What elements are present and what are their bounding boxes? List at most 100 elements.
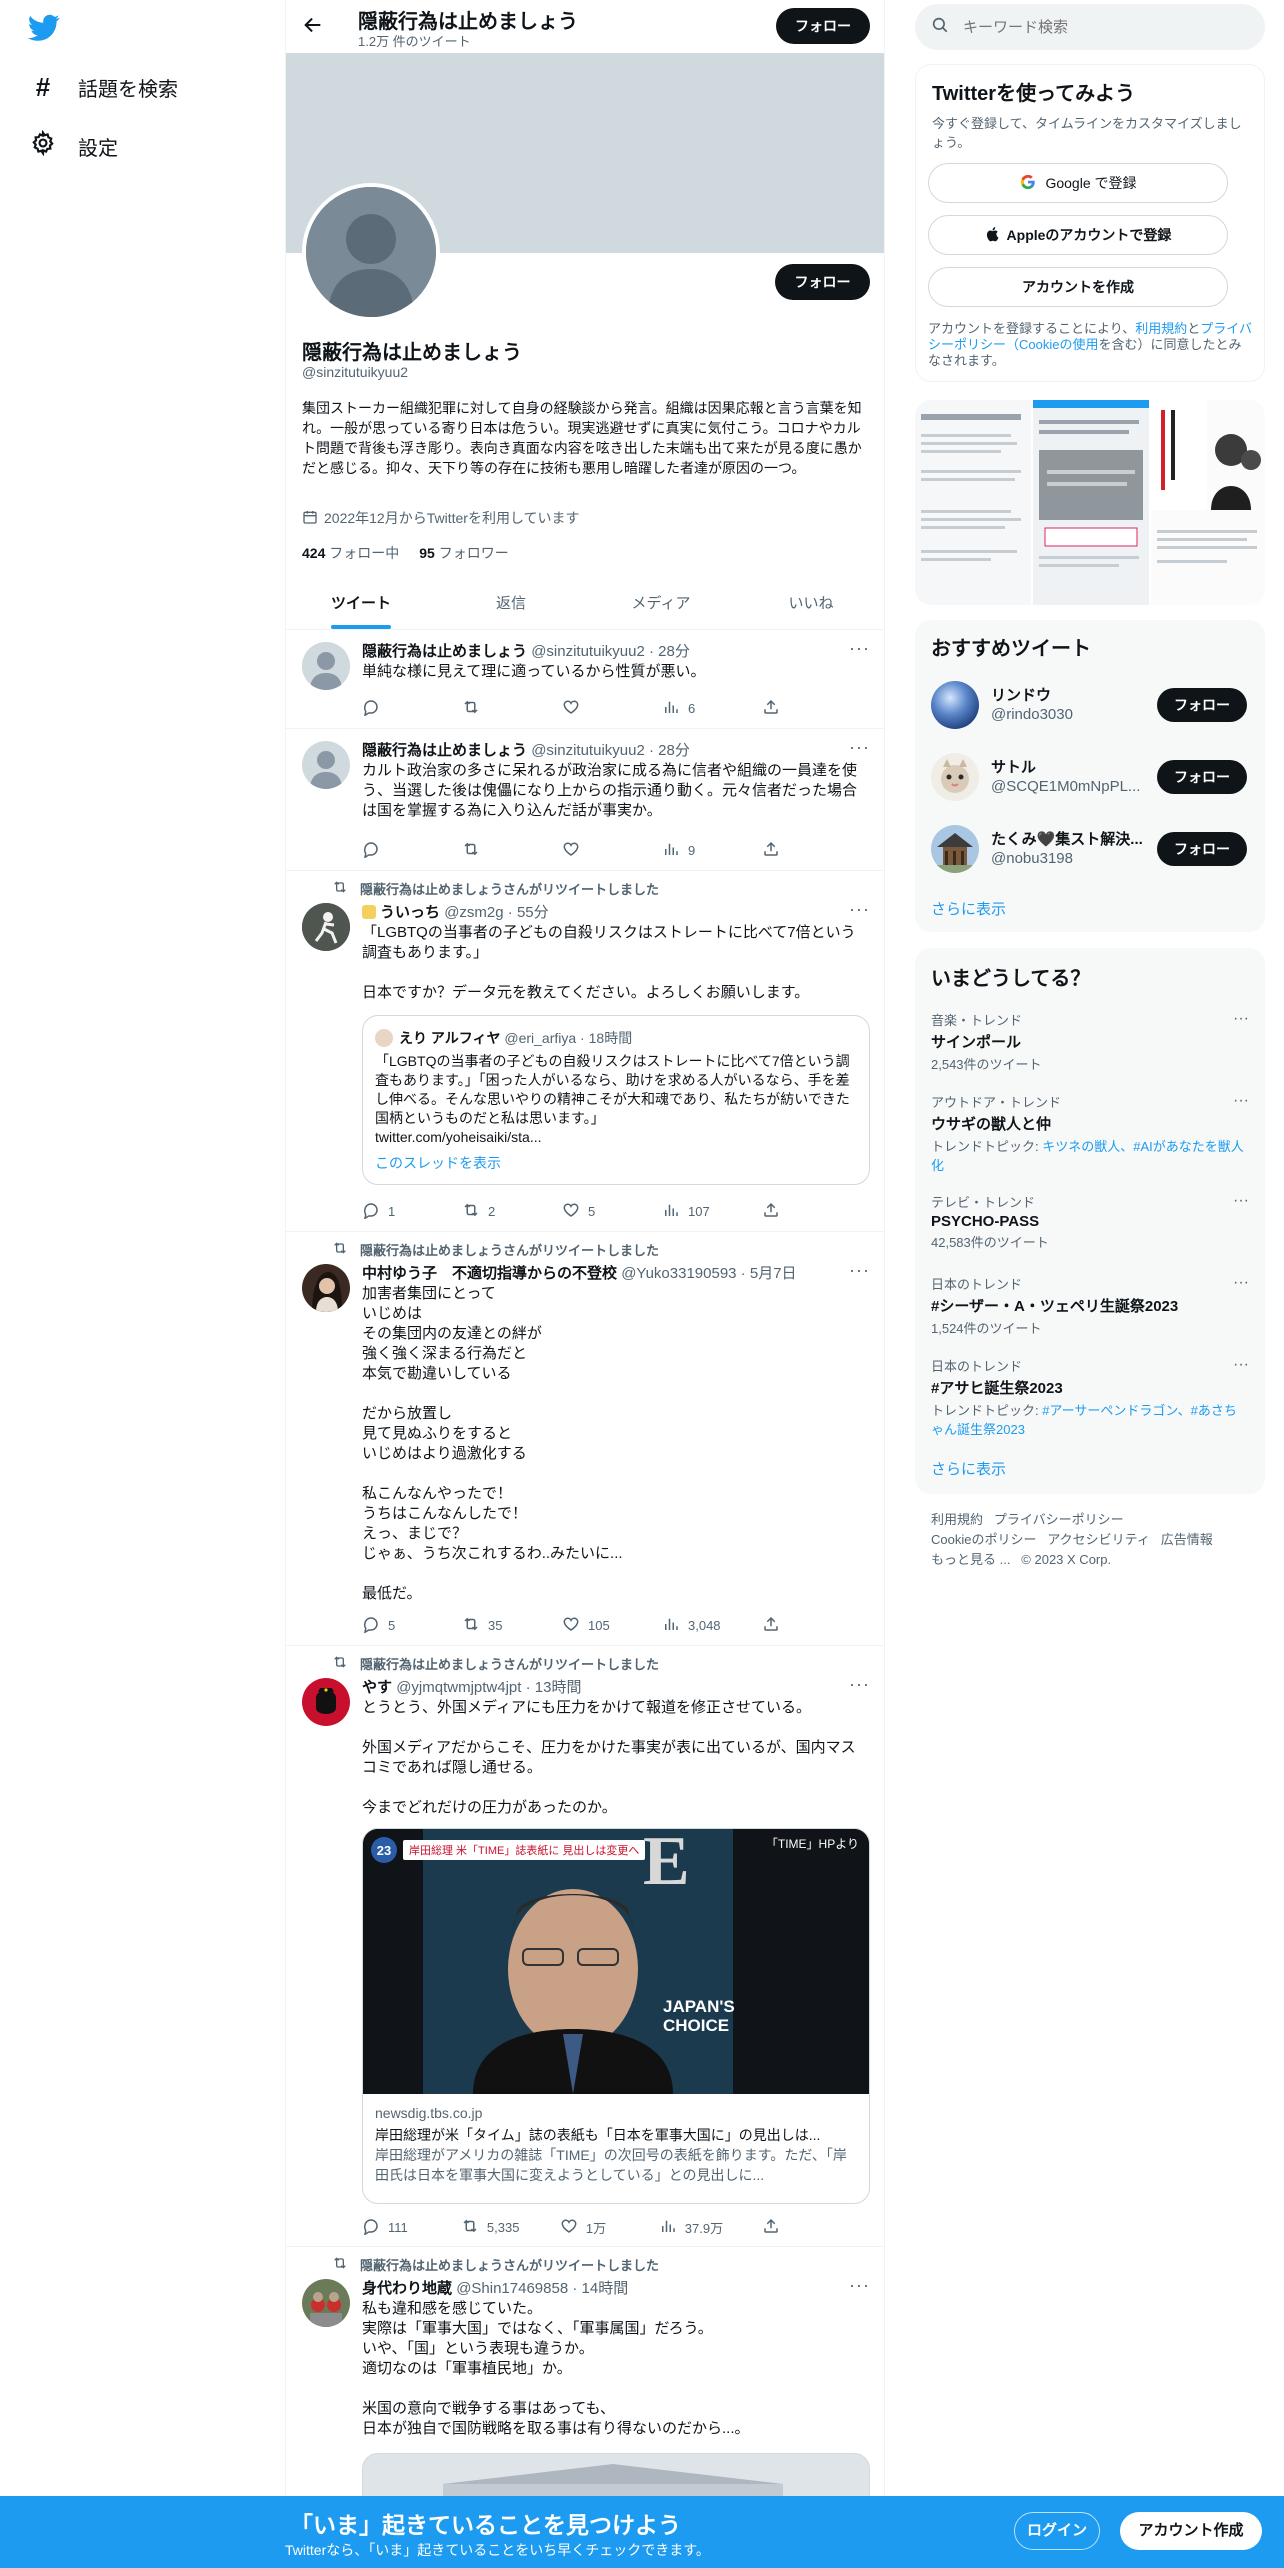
media-thumb[interactable] [915,400,1031,605]
profile-follow-button[interactable]: フォロー [775,264,870,300]
login-button[interactable]: ログイン [1014,2512,1100,2550]
tab-likes[interactable]: いいね [736,576,884,629]
header-follow-button[interactable]: フォロー [776,8,870,44]
tweet-handle[interactable]: @zsm2g [444,904,503,921]
footer-link[interactable]: Cookieのポリシー [931,1532,1036,1547]
avatar[interactable] [302,642,350,690]
tweet-5[interactable]: 隠蔽行為は止めましょうさんがリツイートしました やす @yjmqtwmjptw4… [286,1646,884,2247]
more-icon[interactable]: ··· [1233,1192,1249,1210]
reply-button[interactable] [362,698,422,719]
retweet-label[interactable]: 隠蔽行為は止めましょうさんがリツイートしました [360,2255,659,2274]
profile-avatar[interactable] [302,183,440,321]
share-button[interactable] [762,1615,782,1636]
tab-replies[interactable]: 返信 [436,576,586,629]
search-input[interactable] [963,18,1223,36]
avatar[interactable] [302,1264,350,1312]
tweet-time[interactable]: 28分 [658,643,690,660]
retweet-label[interactable]: 隠蔽行為は止めましょうさんがリツイートしました [360,1654,659,1673]
more-icon[interactable]: ··· [1233,1010,1249,1028]
more-icon[interactable]: ··· [1233,1356,1249,1374]
recommended-follow-button[interactable]: フォロー [1157,760,1247,794]
recommended-follow-button[interactable]: フォロー [1157,688,1247,722]
reply-button[interactable] [362,840,422,861]
following-link[interactable]: 424 フォロー中 [302,543,399,563]
recommended-follow-button[interactable]: フォロー [1157,832,1247,866]
like-button[interactable] [562,698,622,719]
tweet-author[interactable]: ういっち [380,904,440,921]
tweet-handle[interactable]: @sinzitutuikyuu2 [531,742,645,759]
more-icon[interactable]: ··· [849,1260,870,1281]
retweet-label[interactable]: 隠蔽行為は止めましょうさんがリツイートしました [360,1240,659,1259]
retweet-label[interactable]: 隠蔽行為は止めましょうさんがリツイートしました [360,879,659,898]
tweet-author[interactable]: 身代わり地蔵 [362,2280,452,2297]
like-button[interactable]: 5 [562,1201,622,1222]
like-button[interactable]: 1万 [560,2217,620,2238]
tweet-time[interactable]: 55分 [517,904,549,921]
recommended-user[interactable]: たくみ🖤集スト解決... @nobu3198 フォロー [931,820,1249,880]
avatar[interactable] [302,741,350,789]
views-button[interactable]: 37.9万 [659,2217,723,2238]
trend-item[interactable]: 音楽・トレンド サインポール 2,543件のツイート ··· [931,1010,1249,1073]
retweet-button[interactable]: 35 [462,1615,522,1636]
views-button[interactable]: 3,048 [662,1615,722,1636]
tweet-time[interactable]: 5月7日 [750,1265,797,1282]
search-box[interactable] [915,4,1265,50]
more-icon[interactable]: ··· [849,1674,870,1695]
views-button[interactable]: 107 [662,1201,722,1222]
footer-link[interactable]: 利用規約 [931,1512,983,1527]
more-icon[interactable]: ··· [849,899,870,920]
create-account-button[interactable]: アカウントを作成 [928,267,1228,307]
footer-link[interactable]: プライバシーポリシー [994,1512,1124,1527]
show-thread-link[interactable]: このスレッドを表示 [375,1153,857,1173]
tweet-author[interactable]: 中村ゆう子 不適切指導からの不登校 [362,1265,617,1282]
terms-link[interactable]: 利用規約 [1135,321,1187,336]
followers-link[interactable]: 95 フォロワー [419,543,508,563]
trend-item[interactable]: アウトドア・トレンド ウサギの獣人と仲 トレンドトピック: キツネの獣人、#AI… [931,1092,1249,1174]
avatar[interactable] [302,1678,350,1726]
avatar[interactable] [302,2279,350,2327]
tweet-author[interactable]: 隠蔽行為は止めましょう [362,643,527,660]
avatar[interactable] [302,903,350,951]
quote-tweet[interactable]: えり アルフィヤ @eri_arfiya · 18時間 「LGBTQの当事者の子… [362,1015,870,1185]
cookie-link[interactable]: （Cookieの使用 [1006,337,1098,352]
footer-link[interactable]: 広告情報 [1161,1532,1213,1547]
twitter-logo-icon[interactable] [27,14,60,47]
recommended-show-more[interactable]: さらに表示 [931,898,1006,919]
like-button[interactable]: 105 [562,1615,622,1636]
views-button[interactable]: 9 [662,840,722,861]
share-button[interactable] [762,1201,782,1222]
recommended-user[interactable]: リンドウ @rindo3030 フォロー [931,676,1249,736]
more-icon[interactable]: ··· [849,2275,870,2296]
retweet-button[interactable]: 5,335 [461,2217,521,2238]
tweet-1[interactable]: 隠蔽行為は止めましょう @sinzitutuikyuu2 · 28分 単純な様に… [286,630,884,729]
more-icon[interactable]: ··· [849,737,870,758]
tweet-handle[interactable]: @yjmqtwmjptw4jpt [396,1679,521,1696]
media-thumb[interactable] [1033,400,1149,605]
more-icon[interactable]: ··· [1233,1092,1249,1110]
retweet-button[interactable] [462,840,522,861]
views-button[interactable]: 6 [662,698,722,719]
tweet-time[interactable]: 28分 [658,742,690,759]
apple-signup-button[interactable]: Appleのアカウントで登録 [928,215,1228,255]
link-card[interactable]: E 23 岸田総理 米「TIME」誌表紙に 見出しは変更へ 「TIME」HPより… [362,1828,870,2204]
back-arrow-icon[interactable] [302,14,324,41]
reply-button[interactable]: 1 [362,1201,422,1222]
tweet-4[interactable]: 隠蔽行為は止めましょうさんがリツイートしました 中村ゆう子 不適切指導からの不登… [286,1232,884,1646]
tweet-author[interactable]: 隠蔽行為は止めましょう [362,742,527,759]
signup-button[interactable]: アカウント作成 [1120,2512,1262,2550]
reply-button[interactable]: 5 [362,1615,422,1636]
footer-link[interactable]: もっと見る ... [931,1552,1010,1567]
retweet-button[interactable] [462,698,522,719]
recommended-user[interactable]: サトル @SCQE1M0mNpPL... フォロー [931,748,1249,808]
tweet-author[interactable]: やす [362,1679,392,1696]
tab-tweets[interactable]: ツイート [286,576,436,629]
tweet-time[interactable]: 14時間 [582,2280,629,2297]
tweet-2[interactable]: 隠蔽行為は止めましょう @sinzitutuikyuu2 · 28分 カルト政治… [286,729,884,871]
tweet-handle[interactable]: @Yuko33190593 [621,1265,736,1282]
tweet-time[interactable]: 13時間 [535,1679,582,1696]
nav-explore[interactable]: # 話題を検索 [30,72,178,103]
tweet-3[interactable]: 隠蔽行為は止めましょうさんがリツイートしました ういっち @zsm2g · 55… [286,871,884,1232]
share-button[interactable] [762,840,782,861]
google-signup-button[interactable]: Google で登録 [928,163,1228,203]
share-button[interactable] [762,698,782,719]
